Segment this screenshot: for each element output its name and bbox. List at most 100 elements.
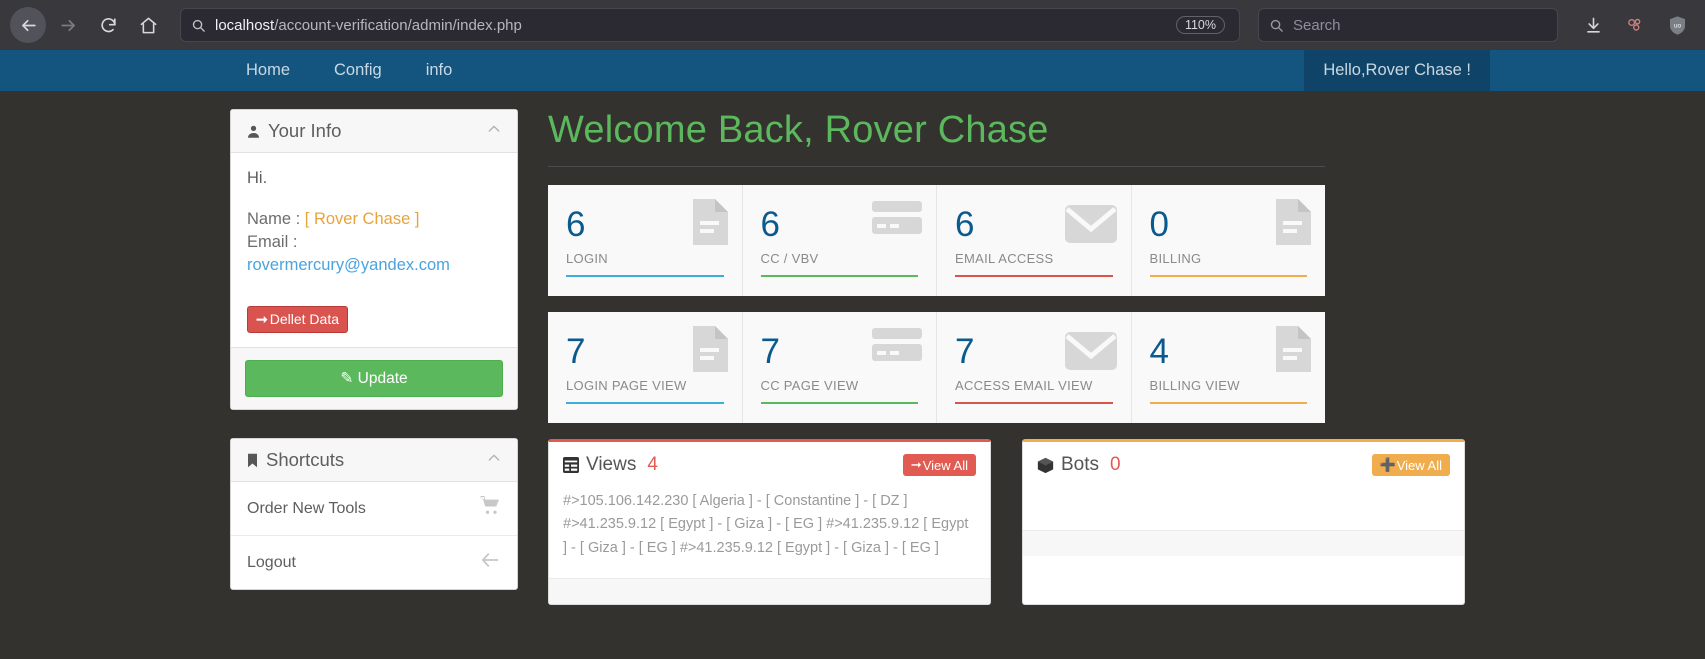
- stats-row-2: 7 LOGIN PAGE VIEW 7 CC PAGE VIEW 7 ACCES…: [548, 312, 1325, 423]
- stat-label: LOGIN PAGE VIEW: [566, 378, 687, 393]
- nav-item-home[interactable]: Home: [224, 50, 312, 91]
- views-entries: #>105.106.142.230 [ Algeria ] - [ Consta…: [563, 493, 969, 556]
- update-button[interactable]: ✎ Update: [245, 360, 503, 398]
- nav-item-config[interactable]: Config: [312, 50, 404, 91]
- pencil-icon: ✎: [340, 370, 354, 388]
- home-button[interactable]: [130, 7, 166, 43]
- stat-underline: [955, 275, 1113, 277]
- views-view-all-label: View All: [922, 457, 968, 473]
- file-document-icon: [690, 199, 728, 250]
- stat-card-cc-page-view[interactable]: 7 CC PAGE VIEW: [743, 312, 937, 423]
- url-path: /account-verification/admin/index.php: [274, 16, 522, 34]
- shortcuts-panel-header: Shortcuts: [231, 439, 517, 483]
- stat-underline: [760, 275, 918, 277]
- bottom-panels-row: Views 4 ➞ View All #>105.106.142.230 [ Al…: [548, 439, 1465, 606]
- info-name-label: Name :: [247, 210, 305, 228]
- dellet-data-button[interactable]: ➞ Dellet Data: [247, 306, 348, 334]
- url-bar[interactable]: localhost/account-verification/admin/ind…: [180, 8, 1240, 42]
- bots-entries: [1023, 484, 1464, 530]
- shortcuts-panel-title: Shortcuts: [266, 449, 345, 471]
- shortcut-item-logout[interactable]: Logout: [231, 536, 517, 589]
- views-panel-header: Views 4 ➞ View All: [549, 442, 990, 484]
- stat-label: ACCESS EMAIL VIEW: [955, 378, 1093, 393]
- stat-underline: [1149, 275, 1307, 277]
- file-document-icon: [1273, 326, 1311, 377]
- forward-button[interactable]: [50, 7, 86, 43]
- user-icon: [248, 125, 259, 138]
- reload-icon: [100, 17, 116, 32]
- dellet-data-label: Dellet Data: [269, 311, 339, 328]
- shortcut-label: Order New Tools: [247, 499, 366, 517]
- navbar-greeting[interactable]: Hello,Rover Chase !: [1304, 50, 1490, 91]
- info-name-line: Name : [ Rover Chase ]: [247, 208, 501, 231]
- greeting-hi: Hi.: [247, 169, 268, 187]
- update-label: Update: [357, 370, 408, 388]
- chevron-up-icon: [488, 125, 500, 132]
- bots-view-all-button[interactable]: ➕ View All: [1371, 454, 1450, 476]
- info-name-value: [ Rover Chase ]: [304, 210, 420, 228]
- stats-row-1: 6 LOGIN 6 CC / VBV 6 EMAIL ACCESS 0 BILL…: [548, 185, 1325, 296]
- bots-view-all-label: View All: [1396, 457, 1442, 473]
- bots-count: 0: [1110, 454, 1121, 475]
- site-navbar: Home Config info Hello,Rover Chase !: [0, 50, 1705, 91]
- credit-card-icon: [872, 199, 922, 246]
- stat-card-access-email-view[interactable]: 7 ACCESS EMAIL VIEW: [937, 312, 1132, 423]
- views-view-all-button[interactable]: ➞ View All: [902, 454, 976, 476]
- stat-underline: [1149, 402, 1307, 404]
- nav-item-info[interactable]: info: [404, 50, 475, 91]
- views-panel-footer: [549, 578, 990, 605]
- stat-card-email-access[interactable]: 6 EMAIL ACCESS: [937, 185, 1132, 296]
- shortcuts-panel: Shortcuts Order New Tools Logout: [230, 438, 518, 591]
- stat-card-login-page-view[interactable]: 7 LOGIN PAGE VIEW: [548, 312, 743, 423]
- your-info-panel-title: Your Info: [268, 120, 342, 141]
- stat-label: EMAIL ACCESS: [955, 251, 1054, 266]
- bots-panel: Bots 0 ➕ View All: [1022, 439, 1465, 606]
- arrow-right-icon: ➞: [256, 311, 268, 328]
- sidebar: Your Info Hi. Name : [ Rover Chase ] Ema…: [230, 109, 518, 618]
- info-email-value[interactable]: rovermercury@yandex.com: [247, 254, 501, 277]
- stat-label: CC PAGE VIEW: [760, 378, 859, 393]
- downloads-button[interactable]: [1576, 8, 1610, 42]
- stat-underline: [566, 402, 724, 404]
- search-input[interactable]: Search: [1293, 17, 1341, 34]
- stat-card-billing-view[interactable]: 4 BILLING VIEW: [1132, 312, 1326, 423]
- your-info-panel-body: Hi. Name : [ Rover Chase ] Email : rover…: [231, 153, 517, 347]
- welcome-heading: Welcome Back, Rover Chase: [548, 109, 1325, 167]
- back-button[interactable]: [10, 7, 46, 43]
- ublock-button[interactable]: uo: [1660, 8, 1694, 42]
- bots-panel-header: Bots 0 ➕ View All: [1023, 442, 1464, 484]
- shopping-cart-icon: [479, 496, 501, 521]
- main-content: Welcome Back, Rover Chase 6 LOGIN 6 CC /…: [548, 109, 1465, 606]
- shortcut-item-order-new-tools[interactable]: Order New Tools: [231, 482, 517, 537]
- ublock-shield-icon: uo: [1669, 15, 1685, 35]
- arrow-left-icon: [479, 550, 501, 575]
- shortcut-label: Logout: [247, 553, 296, 571]
- zoom-level-badge[interactable]: 110%: [1175, 16, 1225, 34]
- stat-label: BILLING: [1149, 251, 1202, 266]
- url-host: localhost: [215, 16, 275, 34]
- back-arrow-icon: [21, 19, 36, 31]
- search-icon: [192, 19, 205, 32]
- stat-card-cc-vbv[interactable]: 6 CC / VBV: [743, 185, 937, 296]
- file-document-icon: [690, 326, 728, 377]
- stat-card-login[interactable]: 6 LOGIN: [548, 185, 743, 296]
- container-tabs-icon: [1628, 18, 1641, 31]
- reload-button[interactable]: [90, 7, 126, 43]
- bots-panel-title: Bots: [1061, 454, 1100, 475]
- search-bar[interactable]: Search: [1258, 8, 1558, 42]
- browser-toolbar: localhost/account-verification/admin/ind…: [0, 0, 1705, 50]
- shortcuts-collapse-button[interactable]: [486, 450, 502, 471]
- envelope-icon: [1064, 332, 1117, 375]
- table-grid-icon: [563, 457, 579, 473]
- container-tabs-button[interactable]: [1618, 8, 1652, 42]
- info-email-label: Email :: [247, 232, 298, 251]
- stat-label: LOGIN: [566, 251, 608, 266]
- stat-card-billing[interactable]: 0 BILLING: [1132, 185, 1326, 296]
- navbar-links: Home Config info: [224, 50, 474, 91]
- your-info-collapse-button[interactable]: [486, 121, 502, 142]
- stat-underline: [955, 402, 1113, 404]
- download-icon: [1586, 17, 1600, 33]
- envelope-icon: [1064, 205, 1117, 248]
- views-count: 4: [647, 454, 658, 475]
- arrow-right-icon: ➞: [910, 457, 922, 472]
